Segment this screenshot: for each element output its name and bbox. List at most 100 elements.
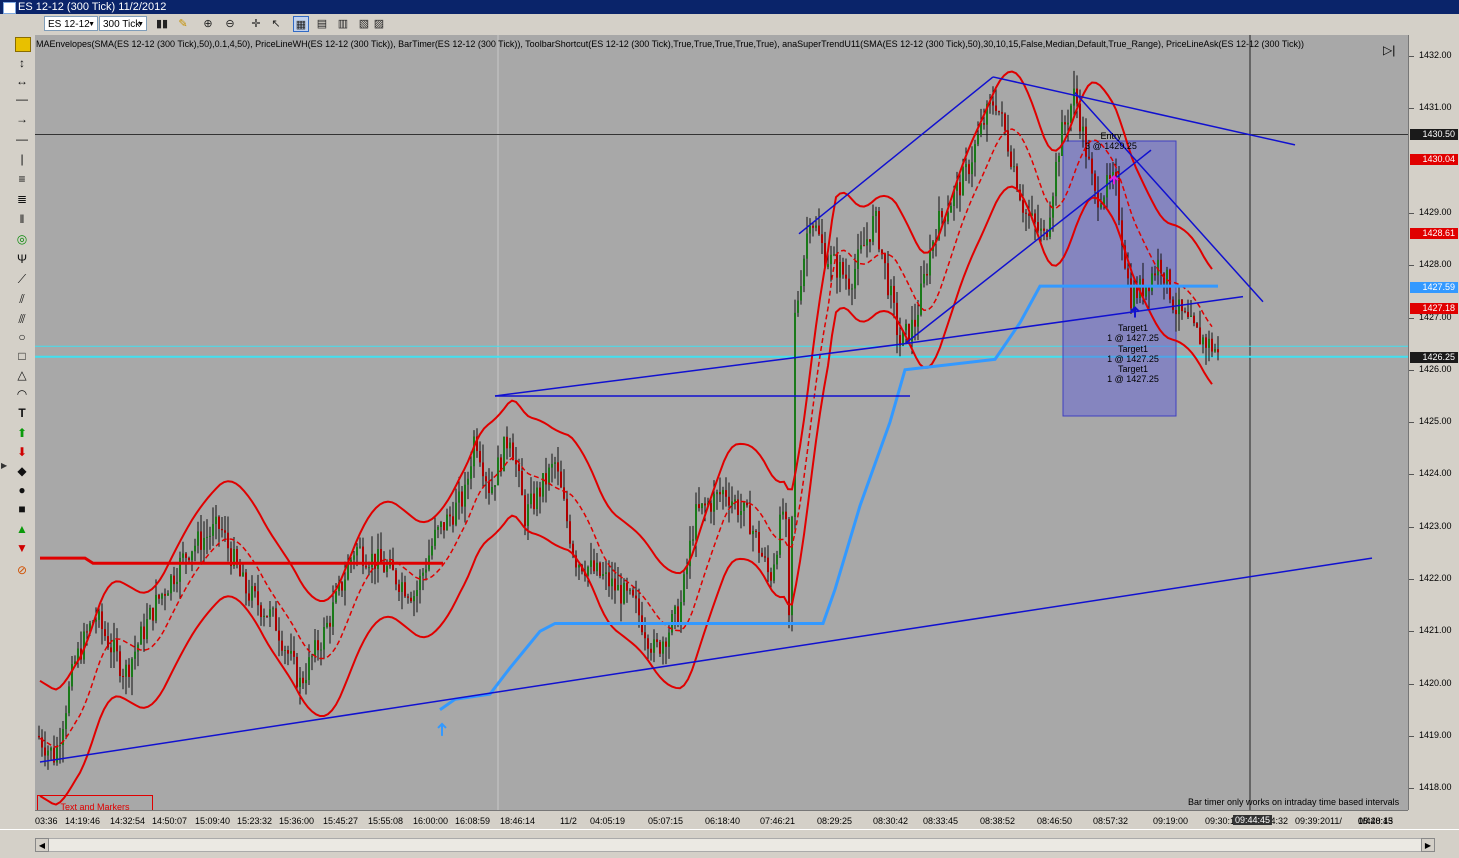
candle-body: [890, 285, 892, 296]
candle-body: [722, 490, 724, 495]
instrument-value: ES 12-12: [48, 19, 90, 30]
bar-type-icon[interactable]: ▮▮: [154, 16, 170, 32]
scroll-track[interactable]: [35, 838, 1435, 852]
play-end-icon[interactable]: ▷|: [1383, 43, 1401, 59]
price-tick-label: 1432.00: [1409, 50, 1452, 60]
arrow-line-icon[interactable]: →: [13, 111, 31, 127]
time-tick-label: 08:29:25: [817, 816, 853, 826]
price-tick-label: 1424.00: [1409, 468, 1452, 479]
candle-body: [851, 288, 853, 290]
rectangle-icon[interactable]: □: [13, 348, 31, 364]
chart-trader-icon[interactable]: ▦: [293, 16, 309, 32]
arrow-down-icon[interactable]: ⬇: [13, 444, 31, 460]
text-icon[interactable]: T: [13, 405, 31, 421]
candle-body: [431, 545, 433, 556]
arc-icon[interactable]: ◠: [13, 386, 31, 402]
crosshair-icon[interactable]: ✛: [248, 16, 264, 32]
templates-icon[interactable]: ▧: [356, 16, 372, 32]
middle-envelope-line: [39, 128, 1213, 748]
chevron-right-icon[interactable]: ▶: [1, 461, 9, 473]
trend-channel-icon[interactable]: ⫻: [13, 311, 31, 327]
dot-icon[interactable]: ●: [13, 482, 31, 498]
candle-body: [728, 496, 730, 506]
instrument-selector[interactable]: ES 12-12 ▼: [44, 16, 98, 31]
diamond-icon[interactable]: ◆: [13, 463, 31, 479]
magnify-out-icon[interactable]: ⊖: [222, 16, 238, 32]
entry-label: Entry: [1100, 131, 1122, 141]
remove-all-drawings-icon[interactable]: ⊘: [13, 562, 31, 578]
time-axis[interactable]: 03:36 14:19:46 14:32:54 14:50:07 15:09:40 15:…: [35, 810, 1408, 830]
triangle-down-icon[interactable]: ▼: [13, 540, 31, 556]
extended-line-icon[interactable]: ↔: [13, 73, 31, 89]
candle-body: [245, 572, 247, 594]
chevron-down-icon: ▼: [137, 21, 144, 28]
pointer-icon[interactable]: ↖: [268, 16, 284, 32]
properties-icon[interactable]: ▥: [335, 16, 351, 32]
candle-body: [302, 677, 304, 684]
magnify-in-icon[interactable]: ⊕: [200, 16, 216, 32]
candle-body: [509, 442, 511, 449]
candle-body: [1127, 268, 1129, 279]
triangle-icon[interactable]: △: [13, 367, 31, 383]
scroll-right-icon[interactable]: ▶: [1421, 838, 1435, 852]
strategies-icon[interactable]: ▨: [371, 16, 387, 32]
triangle-up-icon[interactable]: ▲: [13, 521, 31, 537]
candle-body: [1094, 173, 1096, 191]
ellipse-icon[interactable]: ○: [13, 329, 31, 345]
candle-body: [758, 532, 760, 553]
candle-body: [161, 593, 163, 599]
candle-body: [749, 505, 751, 535]
fib-time-icon[interactable]: ‖: [13, 211, 31, 227]
candle-body: [623, 582, 625, 604]
candle-body: [569, 521, 571, 544]
title-bar: ES 12-12 (300 Tick) 11/2/2012: [0, 0, 1459, 14]
andrews-pitchfork-icon[interactable]: Ψ: [13, 251, 31, 267]
candle-body: [1151, 273, 1153, 292]
candle-body: [206, 536, 208, 538]
ray-icon[interactable]: ↕: [13, 55, 31, 71]
candle-body: [221, 528, 223, 531]
data-box-icon[interactable]: ▤: [314, 16, 330, 32]
horizontal-scrollbar[interactable]: ◀ ▶: [0, 829, 1459, 858]
candle-body: [122, 675, 124, 677]
time-tick-label: 09:19:00: [1153, 816, 1189, 826]
gann-fan-icon[interactable]: ⟋: [13, 271, 31, 287]
price-tick-label: 1420.00: [1409, 677, 1452, 688]
candle-body: [218, 516, 220, 529]
candle-body: [173, 575, 175, 585]
line-icon[interactable]: —: [13, 91, 31, 107]
candle-body: [698, 504, 700, 509]
candle-body: [179, 557, 181, 582]
chart-canvas: [35, 35, 1408, 810]
chart-toolbar: ES 12-12 ▼ 300 Tick ▼ ▮▮ ✎ ⊕ ⊖ ✛ ↖ ▦ ▤ ▥ ▧…: [0, 14, 1459, 36]
horizontal-line-icon[interactable]: —: [13, 131, 31, 147]
candle-body: [269, 609, 271, 617]
price-axis[interactable]: 1432.00 1431.00 1429.00 1428.00 1427.00 1426.…: [1408, 35, 1459, 810]
candle-body: [260, 605, 262, 618]
fib-extension-icon[interactable]: ≣: [13, 191, 31, 207]
candle-body: [209, 535, 211, 537]
candle-body: [1142, 278, 1144, 297]
pencil-icon[interactable]: ✎: [175, 16, 191, 32]
candle-body: [830, 254, 832, 265]
candle-body: [725, 490, 727, 497]
price-chart[interactable]: [35, 35, 1408, 810]
candle-body: [734, 499, 736, 502]
candle-body: [662, 641, 664, 654]
stay-in-draw-icon[interactable]: [15, 37, 31, 52]
candle-body: [701, 503, 703, 509]
vertical-line-icon[interactable]: |: [13, 151, 31, 167]
candle-body: [920, 283, 922, 315]
regression-channel-icon[interactable]: ⫽: [13, 291, 31, 307]
candle-body: [827, 264, 829, 268]
candle-body: [317, 640, 319, 651]
scroll-left-icon[interactable]: ◀: [35, 838, 49, 852]
arrow-up-icon[interactable]: ⬆: [13, 425, 31, 441]
fib-retracement-icon[interactable]: ≡: [13, 171, 31, 187]
interval-selector[interactable]: 300 Tick ▼: [99, 16, 147, 31]
square-icon[interactable]: ■: [13, 501, 31, 517]
fib-circle-icon[interactable]: ◎: [13, 231, 31, 247]
candle-body: [275, 608, 277, 631]
candle-body: [926, 274, 928, 276]
candle-body: [425, 569, 427, 573]
